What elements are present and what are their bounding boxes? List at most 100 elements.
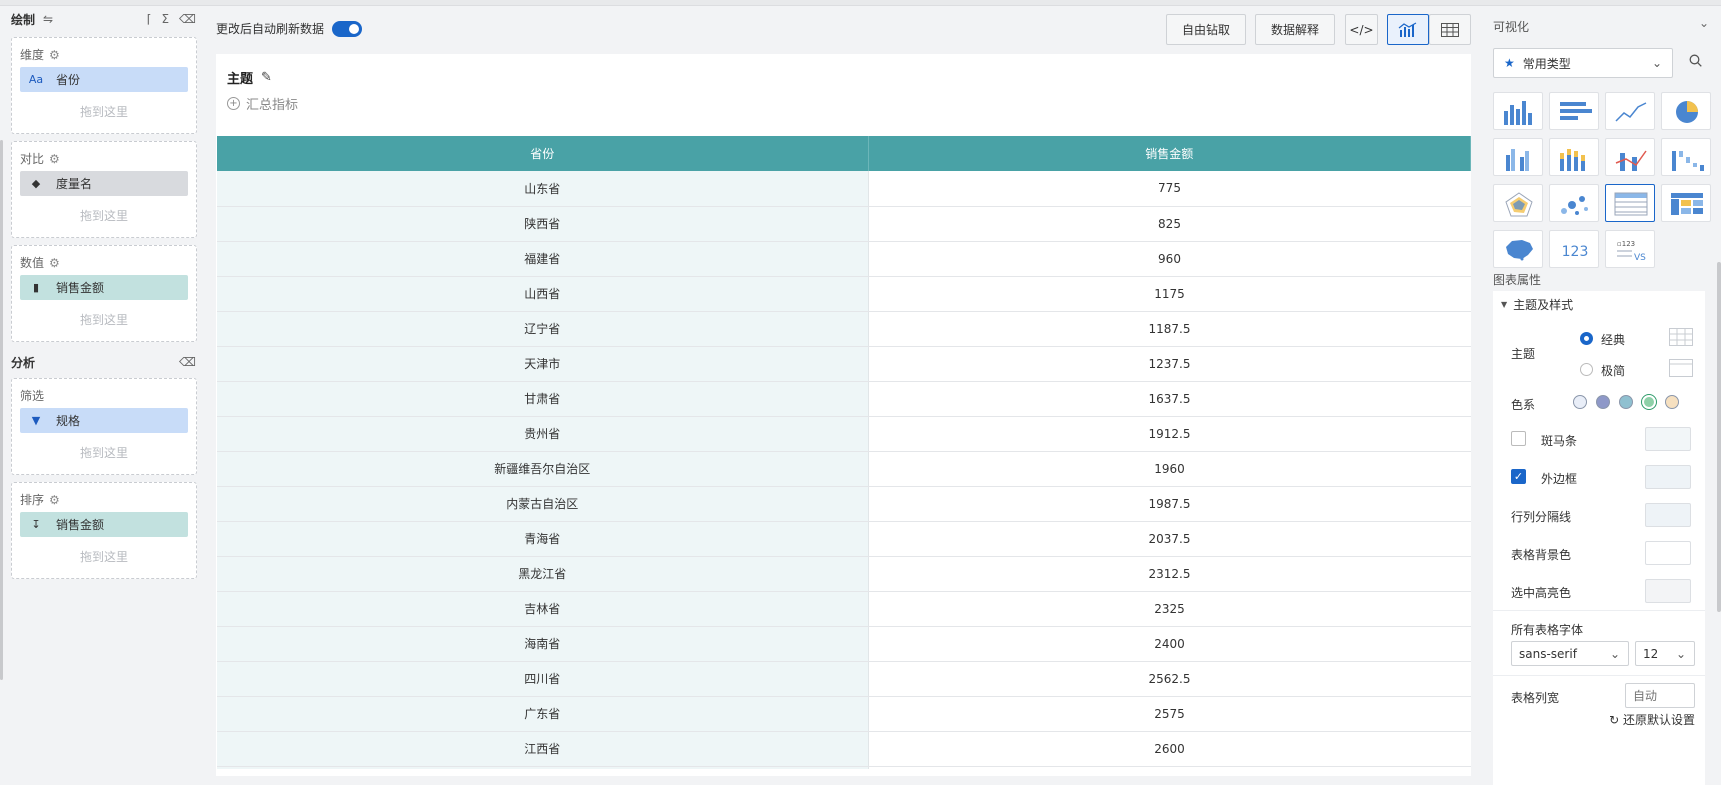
- province-cell: 天津市: [217, 346, 869, 382]
- chart-type-kpi-compare[interactable]: ▫123 VS: [1605, 230, 1655, 268]
- zebra-checkbox[interactable]: [1511, 431, 1526, 446]
- tag-icon: ◆: [31, 177, 41, 190]
- table-row[interactable]: 青海省 2037.5: [217, 521, 1471, 557]
- font-size-select[interactable]: 12 ⌄: [1635, 641, 1695, 666]
- font-family-select[interactable]: sans-serif ⌄: [1511, 641, 1629, 666]
- drop-zone[interactable]: 拖到这里: [12, 207, 196, 224]
- theme-classic-radio[interactable]: [1580, 332, 1593, 345]
- table-row[interactable]: 黑龙江省 2312.5: [217, 556, 1471, 592]
- table-row[interactable]: 山西省 1175: [217, 276, 1471, 312]
- table-row[interactable]: 贵州省 1912.5: [217, 416, 1471, 452]
- auto-refresh-toggle[interactable]: [332, 20, 363, 37]
- chart-type-select[interactable]: ★ 常用类型 ⌄: [1493, 48, 1673, 78]
- theme-minimal-radio[interactable]: [1580, 363, 1593, 376]
- chart-type-table[interactable]: [1605, 184, 1655, 222]
- drop-zone[interactable]: 拖到这里: [12, 548, 196, 565]
- add-summary-metric[interactable]: + 汇总指标: [227, 94, 298, 113]
- left-scrollbar[interactable]: [0, 140, 3, 680]
- table-row[interactable]: 新疆维吾尔自治区 1960: [217, 451, 1471, 487]
- color-swatch-dot[interactable]: [1573, 395, 1587, 409]
- table-view-button[interactable]: [1429, 14, 1471, 45]
- text-type-icon: Aa: [28, 73, 44, 86]
- drop-zone[interactable]: 拖到这里: [12, 103, 196, 120]
- table-row[interactable]: 吉林省 2325: [217, 591, 1471, 627]
- table-row[interactable]: 江西省 2600: [217, 731, 1471, 767]
- border-color-swatch[interactable]: [1645, 465, 1691, 489]
- value-pill[interactable]: ▮ 销售金额: [20, 275, 188, 300]
- table-row[interactable]: 福建省 960: [217, 241, 1471, 277]
- chart-type-bar[interactable]: [1549, 92, 1599, 130]
- code-icon[interactable]: </>: [1345, 14, 1378, 45]
- gear-icon[interactable]: ⚙: [49, 493, 60, 507]
- drop-zone[interactable]: 拖到这里: [12, 444, 196, 461]
- table-row[interactable]: 陕西省 825: [217, 206, 1471, 242]
- number-kpi-icon: 123: [1562, 244, 1589, 260]
- chart-type-combo[interactable]: [1605, 138, 1655, 176]
- chart-type-grouped-column[interactable]: [1493, 138, 1543, 176]
- chart-type-radar[interactable]: [1493, 184, 1543, 222]
- dimension-well[interactable]: 维度 ⚙ Aa 省份 拖到这里: [11, 37, 197, 134]
- chart-type-pie[interactable]: [1661, 92, 1711, 130]
- sales-cell: 2400: [868, 626, 1471, 662]
- data-explain-button[interactable]: 数据解释: [1255, 14, 1335, 45]
- edit-pen-icon[interactable]: ✎: [261, 70, 272, 85]
- table-row[interactable]: 内蒙古自治区 1987.5: [217, 486, 1471, 522]
- gear-icon[interactable]: ⚙: [49, 152, 60, 166]
- eraser-icon[interactable]: ⌫: [179, 12, 196, 26]
- filter-well[interactable]: 筛选 ▼ 规格 拖到这里: [11, 378, 197, 475]
- color-swatch-dot[interactable]: [1642, 395, 1656, 409]
- compare-pill[interactable]: ◆ 度量名: [20, 171, 188, 196]
- gear-icon[interactable]: ⚙: [49, 48, 60, 62]
- chart-type-map[interactable]: [1493, 230, 1543, 268]
- table-row[interactable]: 甘肃省 1637.5: [217, 381, 1471, 417]
- table-row[interactable]: 四川省 2562.5: [217, 661, 1471, 697]
- column-width-input[interactable]: [1625, 683, 1695, 708]
- chart-type-column[interactable]: [1493, 92, 1543, 130]
- reset-defaults-button[interactable]: ↻ 还原默认设置: [1609, 711, 1695, 728]
- filter-pill[interactable]: ▼ 规格: [20, 408, 188, 433]
- gear-icon[interactable]: ⚙: [49, 256, 60, 270]
- free-drill-button[interactable]: 自由钻取: [1166, 14, 1246, 45]
- table-row[interactable]: [217, 766, 1471, 769]
- dimension-pill[interactable]: Aa 省份: [20, 67, 188, 92]
- border-checkbox[interactable]: ✓: [1511, 469, 1526, 484]
- highlight-color-swatch[interactable]: [1645, 579, 1691, 603]
- chart-type-kpi[interactable]: 123: [1549, 230, 1599, 268]
- chart-type-line[interactable]: [1605, 92, 1655, 130]
- sort-pill[interactable]: ↧ 销售金额: [20, 512, 188, 537]
- value-well[interactable]: 数值 ⚙ ▮ 销售金额 拖到这里: [11, 245, 197, 342]
- column-header-province[interactable]: 省份: [217, 136, 869, 171]
- table-row[interactable]: 海南省 2400: [217, 626, 1471, 662]
- color-series-label: 色系: [1511, 398, 1536, 412]
- color-swatch-dot[interactable]: [1596, 395, 1610, 409]
- table-bg-color-swatch[interactable]: [1645, 541, 1691, 565]
- chart-type-scatter[interactable]: [1549, 184, 1599, 222]
- province-cell: 山西省: [217, 276, 869, 312]
- settings-sliders-icon[interactable]: ⇋: [43, 12, 53, 26]
- chart-type-pivot[interactable]: [1661, 184, 1711, 222]
- chart-view-button[interactable]: [1387, 14, 1429, 45]
- theme-style-section[interactable]: ▼ 主题及样式: [1501, 296, 1573, 313]
- sort-well[interactable]: 排序 ⚙ ↧ 销售金额 拖到这里: [11, 482, 197, 579]
- corner-icon[interactable]: ⌈: [147, 12, 152, 26]
- drop-zone[interactable]: 拖到这里: [12, 311, 196, 328]
- chart-type-waterfall[interactable]: [1661, 138, 1711, 176]
- compare-well[interactable]: 对比 ⚙ ◆ 度量名 拖到这里: [11, 141, 197, 238]
- color-swatch-dot[interactable]: [1665, 395, 1679, 409]
- sigma-icon[interactable]: Σ: [161, 12, 169, 26]
- right-scrollbar[interactable]: [1717, 262, 1721, 612]
- table-row[interactable]: 辽宁省 1187.5: [217, 311, 1471, 347]
- table-row[interactable]: 广东省 2575: [217, 696, 1471, 732]
- column-header-sales[interactable]: 销售金额: [868, 136, 1471, 171]
- chart-type-stacked-column[interactable]: [1549, 138, 1599, 176]
- search-icon[interactable]: [1689, 54, 1702, 70]
- eraser-icon[interactable]: ⌫: [179, 355, 196, 369]
- zebra-color-swatch[interactable]: [1645, 427, 1691, 451]
- color-swatch-dot[interactable]: [1619, 395, 1633, 409]
- chevron-down-icon[interactable]: ⌄: [1699, 16, 1709, 30]
- gridlines-color-swatch[interactable]: [1645, 503, 1691, 527]
- table-row[interactable]: 天津市 1237.5: [217, 346, 1471, 382]
- refresh-icon: ↻: [1609, 713, 1620, 727]
- theme-label: 主题: [1511, 347, 1536, 361]
- table-row[interactable]: 山东省 775: [217, 171, 1471, 207]
